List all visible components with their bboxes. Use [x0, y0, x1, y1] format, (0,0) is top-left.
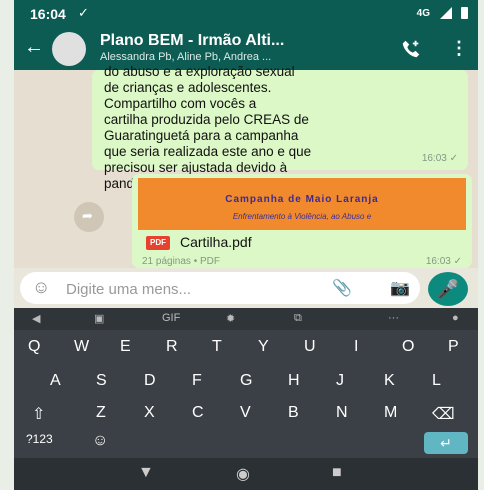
gif-button[interactable]: GIF — [162, 312, 180, 324]
back-arrow-icon[interactable]: ← — [24, 36, 44, 59]
key-z[interactable]: Z — [96, 404, 106, 422]
preview-subtitle: Enfrentamento à Violência, ao Abuso e — [232, 212, 372, 221]
key-q[interactable]: Q — [28, 338, 40, 356]
phone-screen: 16:04 ✓ 4G ← Plano BEM - Irmão Alti... A… — [14, 0, 478, 490]
key-u[interactable]: U — [304, 338, 316, 356]
document-bubble[interactable]: Campanha de Maio Laranja Enfrentamento à… — [132, 174, 472, 268]
key-y[interactable]: Y — [258, 338, 269, 356]
chat-area: do abuso e a exploração sexual de crianç… — [14, 64, 478, 268]
share-icon: ➦ — [82, 208, 93, 223]
network-label: 4G — [416, 8, 430, 19]
add-call-icon[interactable] — [400, 38, 422, 60]
key-d[interactable]: D — [144, 372, 156, 390]
emoji-icon[interactable]: ☺ — [32, 277, 50, 298]
more-options-icon[interactable]: ⋮ — [450, 38, 468, 59]
nav-back-icon[interactable]: ▼ — [138, 464, 154, 482]
message-text: do abuso e a exploração sexual de crianç… — [104, 64, 312, 191]
file-name[interactable]: Cartilha.pdf — [180, 234, 252, 250]
symbols-key[interactable]: ?123 — [26, 432, 53, 446]
key-m[interactable]: M — [384, 404, 397, 422]
message-bubble[interactable]: do abuso e a exploração sexual de crianç… — [92, 64, 468, 191]
key-b[interactable]: B — [288, 404, 299, 422]
key-p[interactable]: P — [448, 338, 459, 356]
signal-icon — [440, 7, 452, 19]
key-g[interactable]: G — [240, 372, 252, 390]
emoji-key-icon[interactable]: ☺ — [92, 432, 108, 450]
preview-title: Campanha de Maio Laranja — [225, 194, 379, 205]
mic-icon: 🎤 — [436, 279, 460, 299]
translate-icon[interactable]: ⧉ — [294, 312, 302, 325]
nav-home-icon[interactable]: ◉ — [236, 464, 250, 484]
enter-icon: ↵ — [440, 435, 452, 451]
settings-icon[interactable]: ✹ — [226, 312, 235, 325]
keyboard-toolbar: ◀ ▣ GIF ✹ ⧉ ··· ● — [14, 308, 478, 330]
backspace-icon[interactable]: ⌫ — [432, 404, 455, 424]
notification-icon: ✓ — [78, 5, 89, 20]
key-o[interactable]: O — [402, 338, 414, 356]
chat-title[interactable]: Plano BEM - Irmão Alti... — [100, 32, 284, 50]
key-i[interactable]: I — [354, 338, 358, 356]
system-nav-bar: ▼ ◉ ■ — [14, 458, 478, 490]
status-time: 16:04 — [30, 6, 66, 22]
key-r[interactable]: R — [166, 338, 178, 356]
chat-subtitle[interactable]: Alessandra Pb, Aline Pb, Andrea ... — [100, 51, 271, 63]
key-j[interactable]: J — [336, 372, 344, 390]
nav-recents-icon[interactable]: ■ — [332, 464, 342, 482]
pdf-icon: PDF — [146, 236, 170, 250]
message-time: 16:03 ✓ — [421, 153, 458, 164]
more-keyboard-icon[interactable]: ··· — [388, 312, 399, 324]
key-w[interactable]: W — [74, 338, 89, 356]
key-x[interactable]: X — [144, 404, 155, 422]
compose-bar: ☺ 📎 📷 🎤 — [14, 268, 478, 308]
sticker-icon[interactable]: ▣ — [94, 312, 104, 325]
message-input[interactable] — [64, 276, 318, 302]
group-avatar[interactable] — [52, 32, 86, 66]
collapse-keyboard-icon[interactable]: ◀ — [32, 312, 40, 325]
key-e[interactable]: E — [120, 338, 131, 356]
document-preview[interactable]: Campanha de Maio Laranja Enfrentamento à… — [138, 178, 466, 230]
key-h[interactable]: H — [288, 372, 300, 390]
shift-icon[interactable]: ⇧ — [32, 404, 45, 424]
mic-button[interactable]: 🎤 — [428, 272, 468, 306]
key-l[interactable]: L — [432, 372, 441, 390]
key-k[interactable]: K — [384, 372, 395, 390]
key-t[interactable]: T — [212, 338, 222, 356]
key-c[interactable]: C — [192, 404, 204, 422]
attach-icon[interactable]: 📎 — [332, 278, 352, 298]
key-a[interactable]: A — [50, 372, 61, 390]
message-time: 16:03 ✓ — [425, 256, 462, 267]
enter-key[interactable]: ↵ — [424, 432, 468, 454]
status-bar: 16:04 ✓ 4G — [14, 0, 478, 28]
camera-icon[interactable]: 📷 — [390, 278, 410, 298]
compose-box[interactable]: ☺ 📎 📷 — [20, 272, 420, 304]
share-button[interactable]: ➦ — [74, 202, 104, 232]
keyboard: ◀ ▣ GIF ✹ ⧉ ··· ● Q W E R T Y U I O P A … — [14, 308, 478, 458]
key-n[interactable]: N — [336, 404, 348, 422]
key-v[interactable]: V — [240, 404, 251, 422]
battery-icon — [461, 7, 468, 19]
voice-icon[interactable]: ● — [452, 312, 459, 324]
key-s[interactable]: S — [96, 372, 107, 390]
file-meta: 21 páginas • PDF — [142, 256, 220, 267]
key-f[interactable]: F — [192, 372, 202, 390]
